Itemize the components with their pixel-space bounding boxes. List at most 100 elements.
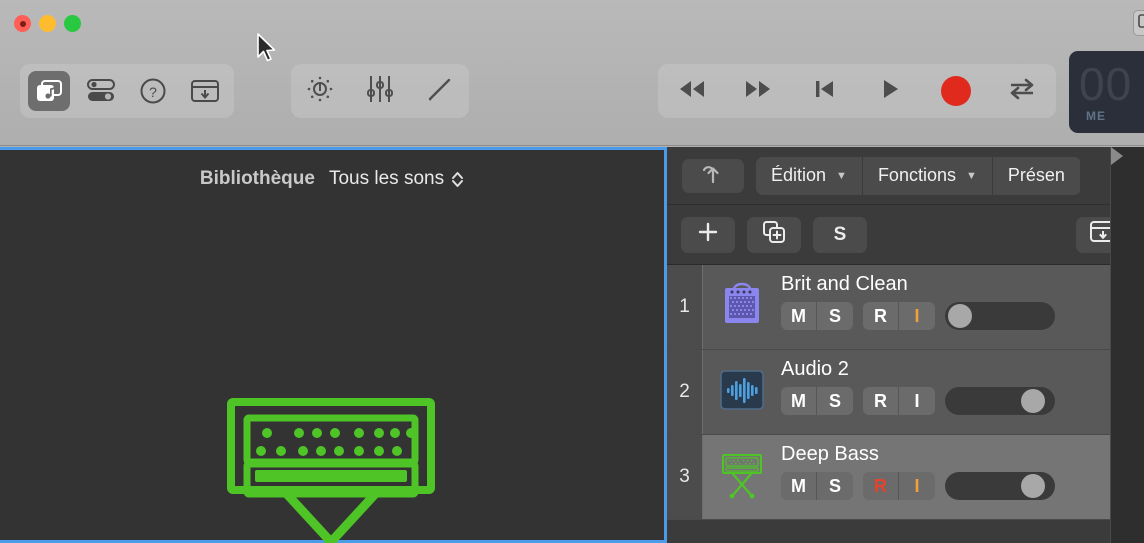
skip-back-icon — [810, 78, 838, 105]
toolbar-spacer — [879, 217, 1064, 253]
question-circle-icon: ? — [139, 77, 167, 105]
view-toggle-group: ? — [20, 64, 234, 118]
solo-button[interactable]: S — [817, 302, 853, 330]
plus-icon — [697, 221, 719, 249]
chevron-down-icon: ▼ — [836, 170, 847, 182]
chevron-updown-icon — [451, 170, 464, 189]
maximize-window-button[interactable] — [64, 15, 81, 32]
table-row[interactable]: 3 — [667, 435, 1144, 520]
input-monitor-button[interactable]: I — [899, 387, 935, 415]
sliders-toggle-icon — [86, 78, 116, 104]
record-input-group: R I — [863, 302, 935, 330]
chevron-down-icon: ▼ — [966, 170, 977, 182]
solo-button[interactable]: S — [817, 472, 853, 500]
duplicate-track-button[interactable] — [747, 217, 801, 253]
track-number: 3 — [667, 435, 703, 519]
mixer-button[interactable] — [361, 72, 399, 110]
solo-button[interactable]: S — [817, 387, 853, 415]
toolbar-overflow-button[interactable] — [1133, 10, 1144, 36]
record-enable-button[interactable]: R — [863, 302, 899, 330]
menu-fonctions-label: Fonctions — [878, 165, 956, 186]
arrow-up-left-icon — [701, 161, 725, 190]
mute-button[interactable]: M — [781, 387, 817, 415]
transport-controls — [658, 64, 1056, 118]
volume-knob[interactable] — [1021, 389, 1045, 413]
track-number: 1 — [667, 265, 703, 349]
track-icon[interactable] — [703, 435, 781, 519]
track-controls: M S R I — [781, 387, 1144, 415]
play-icon — [877, 77, 903, 106]
play-button[interactable] — [870, 74, 910, 108]
svg-text:?: ? — [149, 84, 157, 100]
guitar-amp-icon — [720, 282, 764, 333]
lcd-label: ME — [1086, 109, 1106, 123]
record-button[interactable] — [936, 74, 976, 108]
add-track-button[interactable] — [681, 217, 735, 253]
title-bar: ? — [0, 0, 1144, 146]
volume-slider[interactable] — [945, 302, 1055, 330]
track-controls: M S R I — [781, 302, 1144, 330]
volume-knob[interactable] — [948, 304, 972, 328]
record-input-group: R I — [863, 387, 935, 415]
playhead-icon[interactable] — [1111, 147, 1123, 165]
solo-all-button[interactable]: S — [813, 217, 867, 253]
pencil-icon — [426, 75, 454, 108]
track-icon[interactable] — [703, 350, 781, 434]
go-to-beginning-button[interactable] — [804, 74, 844, 108]
input-monitor-button[interactable]: I — [899, 472, 935, 500]
mute-solo-group: M S — [781, 472, 853, 500]
pencil-tool-button[interactable] — [421, 72, 459, 110]
fast-forward-icon — [740, 78, 776, 105]
duplicate-icon — [762, 220, 786, 250]
volume-slider[interactable] — [945, 472, 1055, 500]
faders-icon — [366, 74, 394, 109]
record-enable-button[interactable]: R — [863, 387, 899, 415]
cycle-button[interactable] — [1002, 74, 1042, 108]
track-list: 1 — [667, 265, 1144, 520]
close-window-button[interactable] — [14, 15, 31, 32]
logic-pro-window: ? — [0, 0, 1144, 543]
volume-knob[interactable] — [1021, 474, 1045, 498]
brightness-icon — [305, 74, 335, 109]
menu-edition[interactable]: Édition ▼ — [756, 157, 863, 195]
track-menu-bar: Édition ▼ Fonctions ▼ Présen — [667, 147, 1144, 205]
smart-controls-button[interactable] — [80, 71, 122, 111]
input-monitor-button[interactable]: I — [899, 302, 935, 330]
track-icon[interactable] — [703, 265, 781, 349]
quick-help-button[interactable] — [301, 72, 339, 110]
rewind-icon — [674, 78, 710, 105]
library-selector-label: Tous les sons — [329, 168, 444, 190]
loop-icon — [1006, 76, 1038, 107]
menu-edition-label: Édition — [771, 165, 826, 186]
minimize-window-button[interactable] — [39, 15, 56, 32]
library-toggle-button[interactable] — [28, 71, 70, 111]
menu-fonctions[interactable]: Fonctions ▼ — [863, 157, 993, 195]
track-name[interactable]: Deep Bass — [781, 443, 1144, 466]
track-toolbar: S — [667, 205, 1144, 265]
help-button[interactable]: ? — [132, 71, 174, 111]
track-name[interactable]: Audio 2 — [781, 358, 1144, 381]
solo-label: S — [834, 224, 847, 246]
record-enable-button[interactable]: R — [863, 472, 899, 500]
table-row[interactable]: 2 — [667, 350, 1144, 435]
menu-presentation[interactable]: Présen — [993, 157, 1081, 195]
forward-button[interactable] — [738, 74, 778, 108]
table-row[interactable]: 1 — [667, 265, 1144, 350]
mute-button[interactable]: M — [781, 302, 817, 330]
library-sound-selector[interactable]: Tous les sons — [329, 168, 464, 190]
lcd-display[interactable]: 00 ME — [1069, 51, 1144, 133]
mouse-cursor — [256, 33, 278, 65]
timeline-ruler[interactable] — [1110, 147, 1144, 543]
tools-group — [291, 64, 469, 118]
mute-solo-group: M S — [781, 302, 853, 330]
mute-solo-group: M S — [781, 387, 853, 415]
library-title: Bibliothèque — [200, 168, 315, 190]
volume-slider[interactable] — [945, 387, 1055, 415]
library-music-icon — [36, 80, 62, 102]
navigate-up-button[interactable] — [682, 159, 744, 193]
mute-button[interactable]: M — [781, 472, 817, 500]
rewind-button[interactable] — [672, 74, 712, 108]
editors-toggle-button[interactable] — [184, 71, 226, 111]
traffic-lights — [14, 15, 81, 32]
track-name[interactable]: Brit and Clean — [781, 273, 1144, 296]
